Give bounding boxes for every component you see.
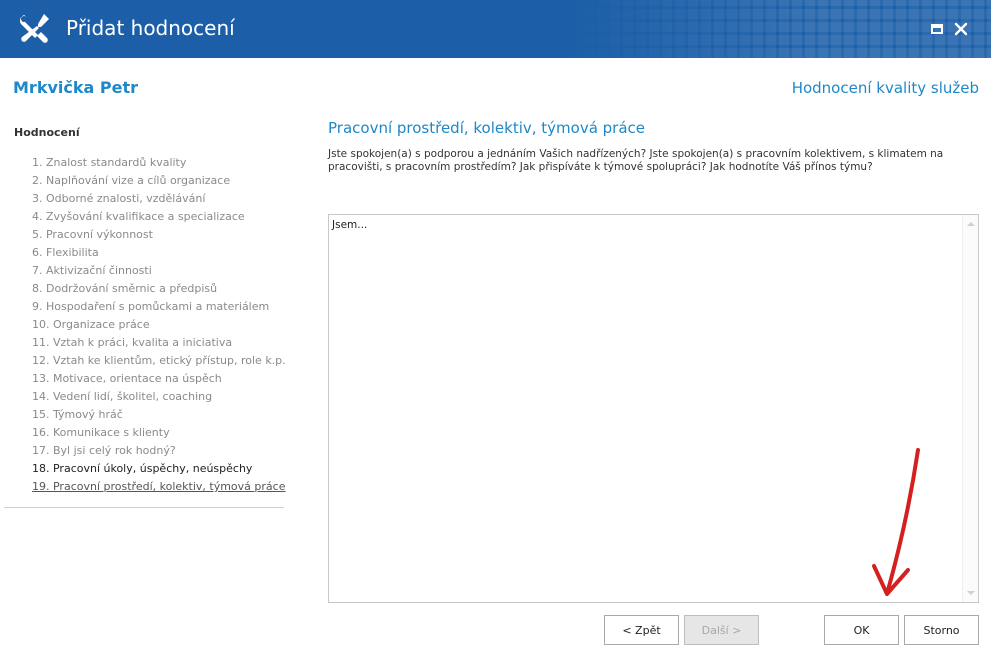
section-name: Hodnocení kvality služeb [791,79,979,97]
maximize-icon[interactable] [928,20,946,38]
sidebar-item[interactable]: 13. Motivace, orientace na úspěch [32,370,292,388]
answer-text: Jsem... [332,219,368,231]
sidebar-item[interactable]: 5. Pracovní výkonnost [32,226,292,244]
sidebar-item[interactable]: 2. Naplňování vize a cílů organizace [32,172,292,190]
question-title: Pracovní prostředí, kolektiv, týmová prá… [328,119,646,137]
close-icon[interactable] [952,20,970,38]
window-title: Přidat hodnocení [66,16,235,40]
sidebar-item[interactable]: 14. Vedení lidí, školitel, coaching [32,388,292,406]
next-button[interactable]: Další > [684,615,759,645]
sidebar-item[interactable]: 9. Hospodaření s pomůckami a materiálem [32,298,292,316]
annotation-arrow-icon [872,448,920,596]
sidebar-item[interactable]: 11. Vztah k práci, kvalita a iniciativa [32,334,292,352]
sidebar-item[interactable]: 17. Byl jsi celý rok hodný? [32,442,292,460]
sidebar-item[interactable]: 4. Zvyšování kvalifikace a specializace [32,208,292,226]
sidebar-nav: 1. Znalost standardů kvality 2. Naplňová… [32,154,292,496]
sidebar-item[interactable]: 12. Vztah ke klientům, etický přístup, r… [32,352,292,370]
ok-button[interactable]: OK [824,615,899,645]
window-titlebar[interactable]: Přidat hodnocení [0,0,991,58]
sidebar-item[interactable]: 10. Organizace práce [32,316,292,334]
sidebar-item[interactable]: 7. Aktivizační činnosti [32,262,292,280]
sidebar-item[interactable]: 3. Odborné znalosti, vzdělávání [32,190,292,208]
textarea-scrollbar[interactable] [962,215,978,602]
back-button[interactable]: < Zpět [604,615,679,645]
scroll-up-icon[interactable] [967,222,975,226]
sidebar-item[interactable]: 1. Znalost standardů kvality [32,154,292,172]
sidebar-item[interactable]: 15. Týmový hráč [32,406,292,424]
sidebar-item[interactable]: 16. Komunikace s klienty [32,424,292,442]
sidebar-heading: Hodnocení [14,126,80,139]
cancel-button[interactable]: Storno [904,615,979,645]
question-text: Jste spokojen(a) s podporou a jednáním V… [328,148,944,173]
sidebar-item[interactable]: 8. Dodržování směrnic a předpisů [32,280,292,298]
sidebar-divider [4,507,284,508]
scroll-down-icon[interactable] [967,591,975,595]
sidebar-item[interactable]: 6. Flexibilita [32,244,292,262]
sidebar-item-current[interactable]: 19. Pracovní prostředí, kolektiv, týmová… [32,478,292,496]
person-name: Mrkvička Petr [13,78,138,97]
wrench-screwdriver-icon [20,14,49,43]
sidebar-item[interactable]: 18. Pracovní úkoly, úspěchy, neúspěchy [32,460,292,478]
